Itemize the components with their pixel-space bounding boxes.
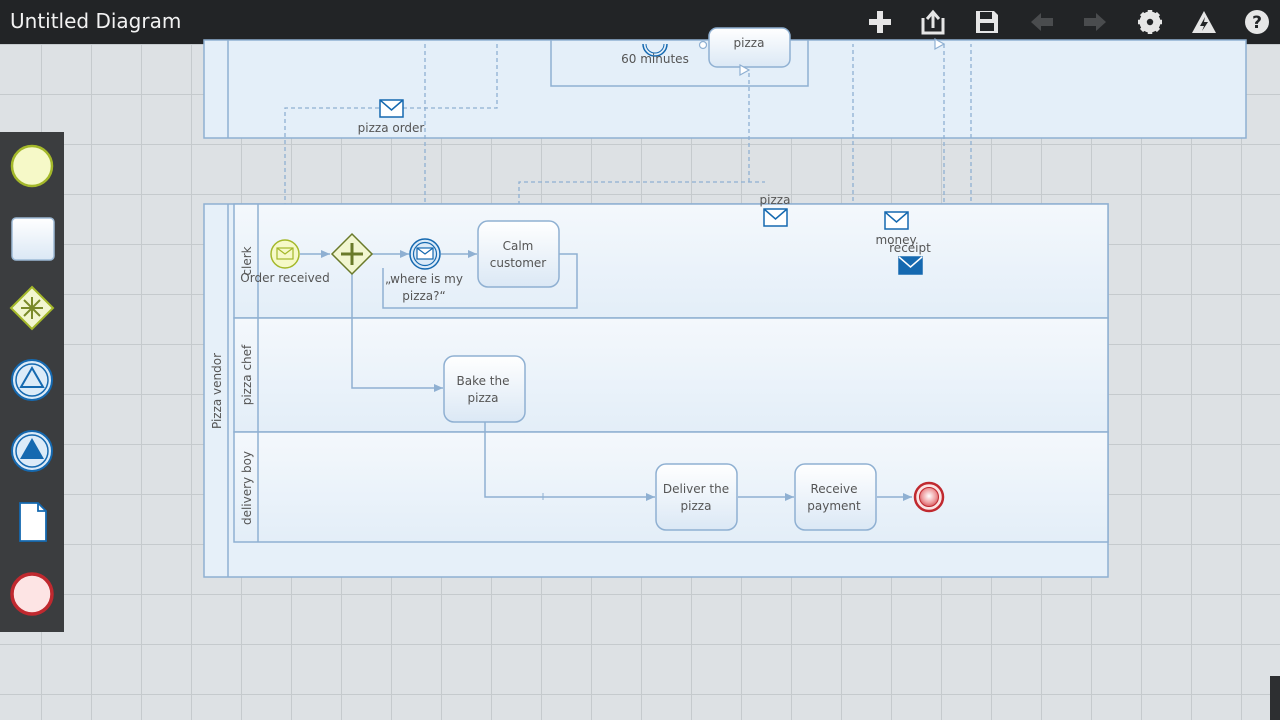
start-event-icon [10,144,54,188]
gateway-icon [9,285,55,331]
task-deliver-label-2: pizza [681,499,712,513]
scrollbar-thumb[interactable] [1270,676,1280,720]
task-bake-the-pizza[interactable]: Bake the pizza [443,355,526,423]
task-deliver-label-1: Deliver the [663,482,729,496]
intermediate-event-icon [11,359,53,401]
timer-label: 60 minutes [621,52,689,66]
end-event-icon [10,572,54,616]
intermediate-event-label-2: pizza?“ [402,289,446,303]
palette-intermediate-event[interactable] [6,354,58,406]
palette-gateway[interactable] [6,282,58,334]
task-bake-label-1: Bake the [457,374,510,388]
diagram-canvas[interactable]: pizza 60 minutes Pizza vendor clerk pizz… [0,0,1280,720]
shape-palette [0,132,64,632]
envelope-icon[interactable] [379,99,404,118]
task-calm-customer[interactable]: Calm customer [477,220,560,288]
start-event-label: Order received [240,271,329,285]
message-label-receipt: receipt [889,241,931,255]
intermediate-event-where-is-my-pizza[interactable] [409,238,441,270]
task-icon [11,217,55,261]
palette-task[interactable] [6,212,58,264]
envelope-icon[interactable] [884,211,909,230]
task-bake-label-2: pizza [468,391,499,405]
start-event-order-received[interactable] [270,239,300,269]
lane-label-delivery-boy: delivery boy [240,451,254,525]
task-receive-label-1: Receive [811,482,858,496]
palette-start-event[interactable] [6,140,58,192]
palette-data-object[interactable] [6,497,58,549]
end-event[interactable] [913,481,945,513]
palette-throw-event[interactable] [6,425,58,477]
message-label-pizza: pizza [760,193,791,207]
pool-label: Pizza vendor [210,353,224,429]
envelope-icon[interactable] [763,208,788,227]
intermediate-event-label-1: „where is my [385,272,463,286]
lane-label-pizza-chef: pizza chef [240,344,254,405]
envelope-icon[interactable] [898,256,923,275]
document-icon [19,502,47,542]
task-receive-payment[interactable]: Receive payment [794,463,877,531]
message-label-pizza-order: pizza order [358,121,425,135]
lane-pizza-chef[interactable] [233,317,1109,433]
task-receive-label-2: payment [807,499,861,513]
task-calm-customer-label-2: customer [490,256,547,270]
palette-end-event[interactable] [6,568,58,620]
throw-event-icon [11,430,53,472]
task-calm-customer-label-1: Calm [503,239,534,253]
task-deliver-the-pizza[interactable]: Deliver the pizza [655,463,738,531]
upper-pizza-task-label: pizza [734,36,765,50]
